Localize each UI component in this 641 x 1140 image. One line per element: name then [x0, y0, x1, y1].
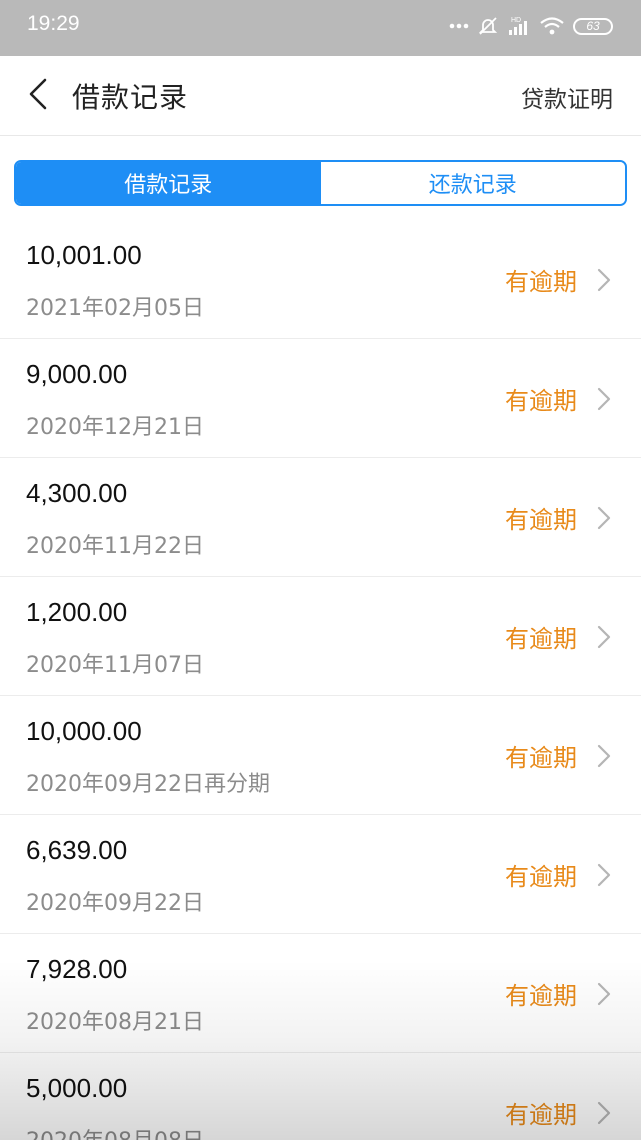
loan-date: 2021年02月05日 — [26, 296, 204, 321]
status-time: 19:29 — [27, 12, 80, 35]
tab-borrow-records[interactable]: 借款记录 — [16, 162, 321, 204]
loan-amount: 5,000.00 — [26, 1073, 128, 1103]
more-dots-icon — [449, 23, 469, 29]
overdue-status: 有逾期 — [505, 268, 577, 296]
list-item[interactable]: 1,200.00 2020年11月07日 有逾期 — [0, 577, 641, 696]
record-tabs: 借款记录 还款记录 — [14, 160, 627, 206]
wifi-icon — [539, 16, 565, 36]
chevron-right-icon — [597, 625, 611, 649]
overdue-status: 有逾期 — [505, 625, 577, 653]
loan-date: 2020年08月08日 — [26, 1123, 204, 1140]
overdue-status: 有逾期 — [505, 506, 577, 534]
list-item[interactable]: 10,000.00 2020年09月22日再分期 有逾期 — [0, 696, 641, 815]
chevron-right-icon — [597, 982, 611, 1006]
header-bar: 借款记录 贷款证明 — [0, 56, 641, 136]
chevron-right-icon — [597, 268, 611, 292]
list-item[interactable]: 9,000.00 2020年12月21日 有逾期 — [0, 339, 641, 458]
list-item[interactable]: 7,928.00 2020年08月21日 有逾期 — [0, 934, 641, 1053]
chevron-right-icon — [597, 744, 611, 768]
chevron-right-icon — [597, 863, 611, 887]
loan-date: 2020年09月22日再分期 — [26, 772, 270, 797]
loan-date: 2020年11月22日 — [26, 534, 204, 559]
loan-amount: 1,200.00 — [26, 597, 128, 627]
loan-date: 2020年08月21日 — [26, 1010, 204, 1035]
loan-amount: 7,928.00 — [26, 954, 128, 984]
app-screen: 19:29 HD 63 借款记录 贷款证明 借款记录 还款记录 10,001.0… — [0, 0, 641, 1140]
loan-certificate-link[interactable]: 贷款证明 — [521, 80, 613, 114]
loan-date: 2020年12月21日 — [26, 415, 204, 440]
overdue-status: 有逾期 — [505, 1101, 577, 1129]
list-item[interactable]: 4,300.00 2020年11月22日 有逾期 — [0, 458, 641, 577]
overdue-status: 有逾期 — [505, 982, 577, 1010]
loan-amount: 6,639.00 — [26, 835, 128, 865]
chevron-right-icon — [597, 387, 611, 411]
signal-icon: HD — [507, 15, 531, 37]
list-item[interactable]: 5,000.00 2020年08月08日 有逾期 — [0, 1053, 641, 1140]
mute-icon — [477, 15, 499, 37]
loan-amount: 4,300.00 — [26, 478, 128, 508]
list-item[interactable]: 6,639.00 2020年09月22日 有逾期 — [0, 815, 641, 934]
overdue-status: 有逾期 — [505, 387, 577, 415]
status-icons: HD 63 — [449, 13, 613, 39]
chevron-left-icon — [27, 77, 49, 115]
list-item[interactable]: 10,001.00 2021年02月05日 有逾期 — [0, 220, 641, 339]
back-button[interactable] — [18, 74, 58, 118]
loan-amount: 9,000.00 — [26, 359, 128, 389]
loan-record-list: 10,001.00 2021年02月05日 有逾期 9,000.00 2020年… — [0, 220, 641, 1140]
overdue-status: 有逾期 — [505, 863, 577, 891]
loan-date: 2020年11月07日 — [26, 653, 204, 678]
overdue-status: 有逾期 — [505, 744, 577, 772]
page-title: 借款记录 — [72, 81, 189, 114]
status-bar: 19:29 HD 63 — [0, 0, 641, 56]
battery-icon: 63 — [573, 17, 613, 35]
loan-amount: 10,001.00 — [26, 240, 142, 270]
loan-amount: 10,000.00 — [26, 716, 142, 746]
loan-date: 2020年09月22日 — [26, 891, 204, 916]
svg-text:HD: HD — [511, 17, 521, 24]
chevron-right-icon — [597, 1101, 611, 1125]
chevron-right-icon — [597, 506, 611, 530]
tab-repayment-records[interactable]: 还款记录 — [320, 162, 625, 204]
